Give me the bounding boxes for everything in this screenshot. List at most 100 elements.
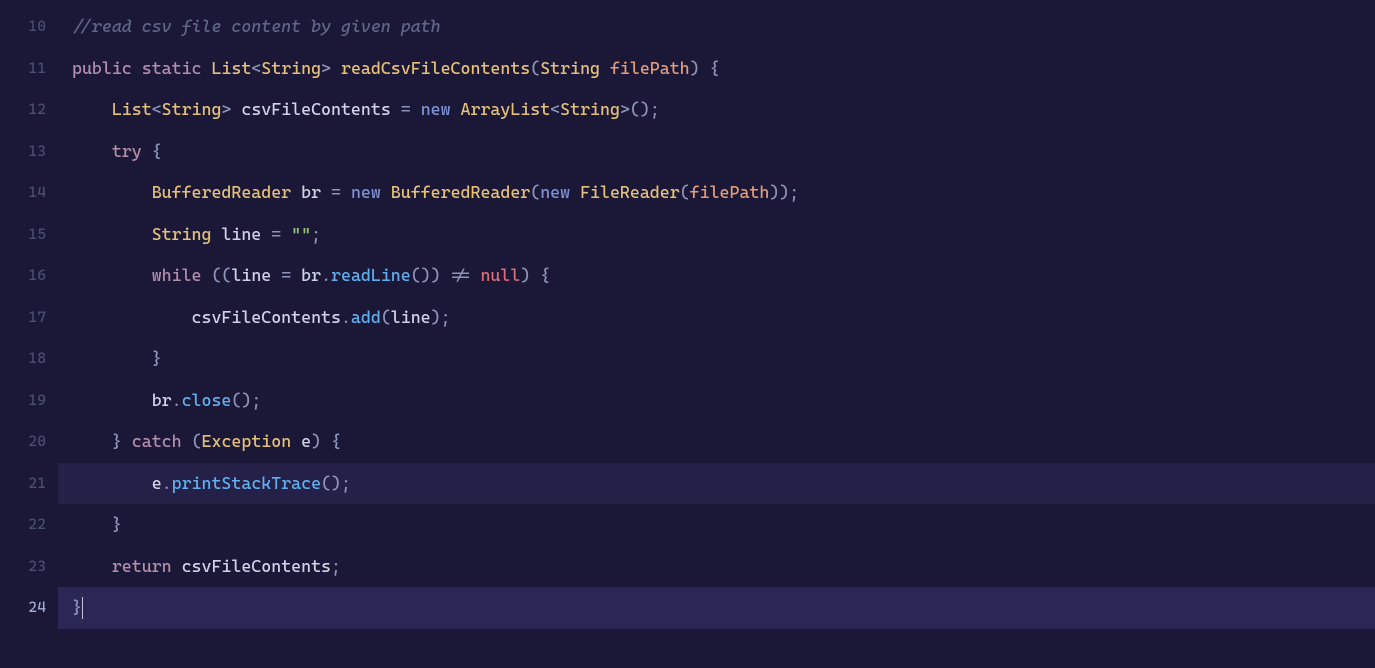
code-token: readCsvFileContents [341, 60, 530, 77]
line-number: 10 [0, 6, 58, 48]
code-token: > [620, 101, 630, 118]
line-number: 20 [0, 421, 58, 463]
code-token [72, 516, 112, 533]
code-line[interactable]: } catch (Exception e) { [58, 421, 1375, 463]
code-token: new [421, 101, 451, 118]
code-token [72, 350, 152, 367]
code-line[interactable]: while ((line = br.readLine()) != null) { [58, 255, 1375, 297]
code-token: catch [132, 433, 182, 450]
code-token [72, 143, 112, 160]
code-token [530, 267, 540, 284]
code-token [471, 267, 481, 284]
code-token [271, 267, 281, 284]
code-token: ; [311, 226, 321, 243]
code-line[interactable]: public static List<String> readCsvFileCo… [58, 48, 1375, 90]
code-token [211, 226, 221, 243]
code-line[interactable]: BufferedReader br = new BufferedReader(n… [58, 172, 1375, 214]
code-token: line [221, 226, 261, 243]
code-token [142, 143, 152, 160]
code-token: csvFileContents [182, 558, 331, 575]
code-token: () [231, 392, 251, 409]
code-token: ; [341, 475, 351, 492]
code-token: = [401, 101, 411, 118]
code-token [331, 60, 341, 77]
code-line[interactable]: } [58, 338, 1375, 380]
code-token: ArrayList [461, 101, 551, 118]
code-token: < [550, 101, 560, 118]
code-token [411, 101, 421, 118]
code-token: ) [520, 267, 530, 284]
code-token: ) [690, 60, 700, 77]
line-number: 19 [0, 380, 58, 422]
code-line[interactable]: return csvFileContents; [58, 546, 1375, 588]
code-token: String [540, 60, 600, 77]
code-token: filePath [610, 60, 690, 77]
code-token: new [351, 184, 381, 201]
code-token: filePath [690, 184, 770, 201]
code-line[interactable]: } [58, 504, 1375, 546]
code-token: . [321, 267, 331, 284]
code-token: ; [650, 101, 660, 118]
code-token [231, 101, 241, 118]
code-token: close [182, 392, 232, 409]
line-number-gutter: 101112131415161718192021222324 [0, 0, 58, 668]
code-token: } [152, 350, 162, 367]
code-token [72, 309, 192, 326]
code-token: String [560, 101, 620, 118]
code-line[interactable]: List<String> csvFileContents = new Array… [58, 89, 1375, 131]
code-line[interactable]: try { [58, 131, 1375, 173]
code-token: String [162, 101, 222, 118]
code-line[interactable]: csvFileContents.add(line); [58, 297, 1375, 339]
line-number: 14 [0, 172, 58, 214]
code-token: try [112, 143, 142, 160]
code-token: . [341, 309, 351, 326]
code-token: //read csv file content by given path [72, 18, 441, 35]
code-token [202, 60, 212, 77]
code-token: < [251, 60, 261, 77]
code-token: ( [680, 184, 690, 201]
code-token: = [331, 184, 341, 201]
code-token: } [72, 599, 82, 616]
code-token [72, 226, 152, 243]
code-token: e [152, 475, 162, 492]
code-token: ( [381, 309, 391, 326]
code-line[interactable]: String line = ""; [58, 214, 1375, 256]
code-token [72, 101, 112, 118]
code-line[interactable]: e.printStackTrace(); [58, 463, 1375, 505]
code-token [72, 392, 152, 409]
code-token: ( [530, 60, 540, 77]
code-token [72, 433, 112, 450]
code-token: public [72, 60, 132, 77]
code-token: ; [441, 309, 451, 326]
code-token: { [152, 143, 162, 160]
code-token: } [112, 516, 122, 533]
code-token: csvFileContents [192, 309, 341, 326]
code-token: != [451, 267, 471, 284]
code-token: ) [431, 309, 441, 326]
code-token [122, 433, 132, 450]
code-token [72, 475, 152, 492]
line-number: 24 [0, 587, 58, 629]
code-token: line [391, 309, 431, 326]
code-token [182, 433, 192, 450]
code-token: BufferedReader [152, 184, 291, 201]
line-number: 13 [0, 131, 58, 173]
code-token: ) [311, 433, 321, 450]
code-token: List [211, 60, 251, 77]
line-number: 18 [0, 338, 58, 380]
code-token: ()) [411, 267, 441, 284]
code-token [700, 60, 710, 77]
code-token: (( [211, 267, 231, 284]
code-line[interactable]: br.close(); [58, 380, 1375, 422]
code-editor[interactable]: 101112131415161718192021222324 //read cs… [0, 0, 1375, 668]
code-token: "" [291, 226, 311, 243]
code-token [391, 101, 401, 118]
code-token: BufferedReader [391, 184, 530, 201]
code-line[interactable]: //read csv file content by given path [58, 6, 1375, 48]
code-token: > [321, 60, 331, 77]
code-token: . [162, 475, 172, 492]
code-line[interactable]: } [58, 587, 1375, 629]
code-area[interactable]: //read csv file content by given path pub… [58, 0, 1375, 668]
code-token [202, 267, 212, 284]
code-token: { [710, 60, 720, 77]
